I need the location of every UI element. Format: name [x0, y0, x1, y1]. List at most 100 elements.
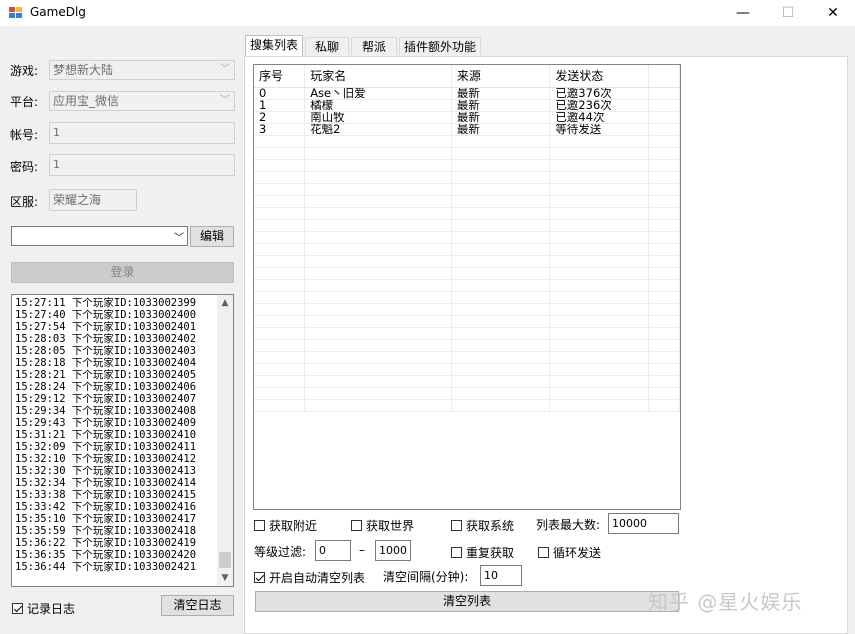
log-scrollbar[interactable]: ▲ ▼ [217, 295, 233, 586]
column-header[interactable]: 来源 [451, 65, 551, 88]
table-cell [451, 387, 551, 400]
table-row[interactable] [254, 339, 680, 352]
player-grid[interactable]: 序号 玩家名 来源 发送状态 0 Ase丶旧爱 最新 已邀376次 1 橘檬 最新 已邀236… [253, 64, 681, 510]
table-cell [254, 399, 306, 412]
table-cell [304, 195, 452, 208]
table-row[interactable] [254, 375, 680, 388]
auto-clear-label: 开启自动清空列表 [269, 571, 366, 585]
maximize-button[interactable]: ☐ [765, 0, 811, 26]
table-cell [304, 255, 452, 268]
record-log-checkbox[interactable]: 记录日志 [12, 600, 75, 617]
table-row[interactable] [254, 363, 680, 376]
table-row[interactable] [254, 171, 680, 184]
log-line: 15:36:35 下个玩家ID:1033002420 [15, 549, 197, 561]
max-list-label: 列表最大数: [536, 518, 601, 532]
table-row[interactable]: 2 南山牧 最新 已邀44次 [254, 111, 680, 124]
table-cell [254, 135, 306, 148]
table-cell [648, 111, 680, 124]
clear-log-button[interactable]: 清空日志 [161, 595, 234, 616]
world-checkbox[interactable]: 获取世界 [351, 517, 414, 534]
level-min-input[interactable]: 0 [315, 540, 351, 561]
table-cell [549, 351, 649, 364]
password-field[interactable]: 1 [49, 154, 235, 176]
minimize-button[interactable]: — [720, 0, 766, 26]
table-cell [254, 207, 306, 220]
table-cell [549, 231, 649, 244]
table-cell [254, 279, 306, 292]
table-cell [451, 327, 551, 340]
tab-plugin-extras[interactable]: 插件额外功能 [399, 37, 481, 55]
table-row[interactable]: 3 花魁2 最新 等待发送 [254, 123, 680, 136]
table-row[interactable]: 1 橘檬 最新 已邀236次 [254, 99, 680, 112]
table-cell [451, 135, 551, 148]
column-header[interactable]: 序号 [254, 65, 306, 88]
table-cell [648, 99, 680, 112]
table-row[interactable] [254, 399, 680, 412]
table-row[interactable] [254, 195, 680, 208]
level-max-input[interactable]: 1000 [375, 540, 411, 561]
clear-list-button[interactable]: 清空列表 [255, 591, 679, 612]
table-row[interactable] [254, 279, 680, 292]
table-row[interactable] [254, 183, 680, 196]
table-cell [549, 315, 649, 328]
column-header[interactable]: 玩家名 [304, 65, 452, 88]
window-title: GameDlg [30, 5, 86, 19]
login-button[interactable]: 登录 [11, 262, 234, 283]
tab-collect-list[interactable]: 搜集列表 [245, 35, 303, 56]
account-label: 帐号: [10, 128, 39, 142]
table-row[interactable] [254, 147, 680, 160]
table-cell: 最新 [451, 87, 551, 100]
checkbox-icon [451, 547, 462, 558]
table-row[interactable] [254, 255, 680, 268]
table-row[interactable] [254, 315, 680, 328]
scroll-thumb[interactable] [219, 552, 231, 568]
table-row[interactable] [254, 159, 680, 172]
table-cell [451, 207, 551, 220]
table-cell [254, 291, 306, 304]
edit-button[interactable]: 编辑 [190, 226, 234, 247]
left-pane: 游戏: 梦想新大陆 ﹀ 平台: 应用宝_微信 ﹀ 帐号: 1 密码: 1 区服:… [0, 26, 243, 634]
table-row[interactable]: 0 Ase丶旧爱 最新 已邀376次 [254, 87, 680, 100]
table-cell [549, 327, 649, 340]
scroll-up-icon[interactable]: ▲ [217, 295, 233, 311]
table-cell [648, 219, 680, 232]
server-field[interactable]: 荣耀之海 [49, 189, 137, 211]
interval-input[interactable]: 10 [480, 565, 522, 586]
loop-send-checkbox[interactable]: 循环发送 [538, 544, 601, 561]
table-cell [254, 255, 306, 268]
auto-clear-checkbox[interactable]: 开启自动清空列表 [254, 569, 365, 586]
table-row[interactable] [254, 291, 680, 304]
table-cell [648, 351, 680, 364]
log-list[interactable]: 15:27:11 下个玩家ID:1033002399 15:27:40 下个玩家I… [11, 294, 234, 587]
table-row[interactable] [254, 267, 680, 280]
table-row[interactable] [254, 303, 680, 316]
nearby-checkbox[interactable]: 获取附近 [254, 517, 317, 534]
close-button[interactable]: ✕ [810, 0, 855, 26]
table-row[interactable] [254, 207, 680, 220]
table-row[interactable] [254, 243, 680, 256]
account-field[interactable]: 1 [49, 122, 235, 144]
table-row[interactable] [254, 219, 680, 232]
table-cell [648, 183, 680, 196]
repeat-fetch-checkbox[interactable]: 重复获取 [451, 544, 514, 561]
max-list-input[interactable]: 10000 [608, 513, 679, 534]
system-checkbox[interactable]: 获取系统 [451, 517, 514, 534]
table-row[interactable] [254, 387, 680, 400]
table-row[interactable] [254, 135, 680, 148]
game-select[interactable]: 梦想新大陆 ﹀ [49, 60, 235, 80]
log-line: 15:27:40 下个玩家ID:1033002400 [15, 309, 197, 321]
tab-private-chat[interactable]: 私聊 [305, 37, 349, 55]
log-line: 15:28:03 下个玩家ID:1033002402 [15, 333, 197, 345]
table-row[interactable] [254, 351, 680, 364]
platform-select[interactable]: 应用宝_微信 ﹀ [49, 91, 235, 111]
tab-guild[interactable]: 帮派 [351, 37, 397, 55]
column-header[interactable]: 发送状态 [549, 65, 649, 88]
log-line: 15:32:34 下个玩家ID:1033002414 [15, 477, 197, 489]
table-row[interactable] [254, 327, 680, 340]
table-cell [451, 267, 551, 280]
scroll-down-icon[interactable]: ▼ [217, 570, 233, 586]
table-cell [549, 243, 649, 256]
table-cell [549, 183, 649, 196]
profile-select[interactable]: ﹀ [11, 226, 188, 246]
table-row[interactable] [254, 231, 680, 244]
